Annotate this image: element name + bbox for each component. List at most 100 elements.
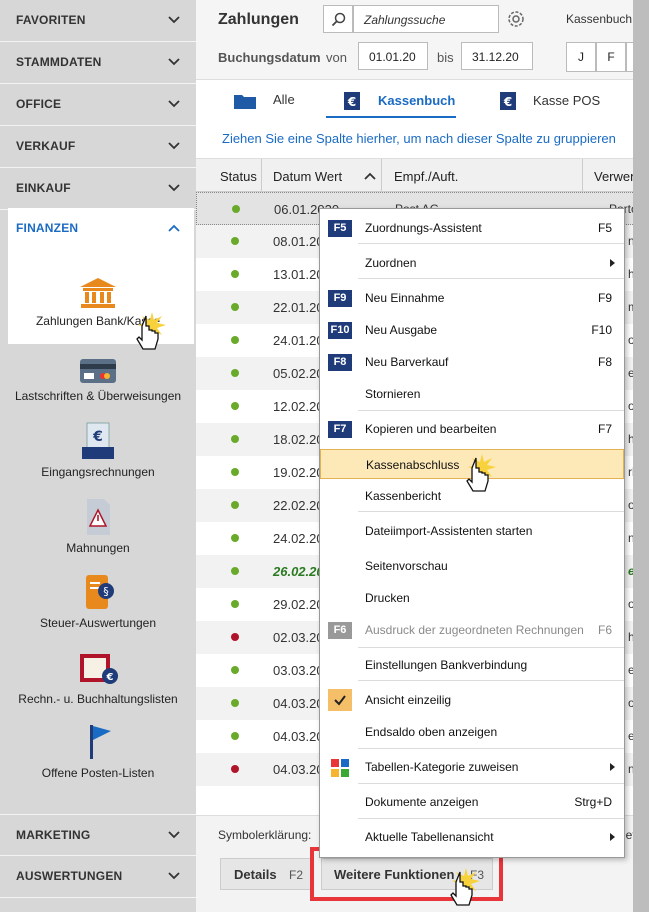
status-dot (231, 699, 239, 707)
date-to-input[interactable]: 31.12.20 (461, 42, 533, 70)
column-header-datum[interactable]: Datum Wert (273, 169, 342, 184)
section-finanzen[interactable]: FINANZEN (8, 208, 194, 250)
details-label: Details (234, 867, 277, 882)
search-button[interactable] (323, 5, 353, 33)
menu-item-zuordnen[interactable]: Zuordnen (320, 248, 624, 278)
menu-item-label: Kassenbericht (365, 489, 442, 503)
section-einkauf[interactable]: EINKAUF (0, 168, 196, 210)
kassenbuch-selector-label[interactable]: Kassenbuch (566, 12, 632, 26)
legend-label: Symbolerklärung: (218, 828, 312, 842)
status-dot (231, 732, 239, 740)
menu-item-shortcut: Strg+D (574, 795, 612, 809)
date-from-value: 01.01.20 (369, 50, 416, 64)
nav-steuer[interactable]: § Steuer-Auswertungen (0, 572, 196, 630)
section-verkauf[interactable]: VERKAUF (0, 126, 196, 168)
tab-kassenbuch[interactable]: € Kassenbuch (326, 90, 456, 118)
menu-item-aktuelle-tabellenansicht[interactable]: Aktuelle Tabellenansicht (320, 822, 624, 852)
menu-item-label: Ausdruck der zugeordneten Rechnungen (365, 623, 584, 637)
status-dot (231, 501, 239, 509)
section-marketing[interactable]: MARKETING (0, 814, 196, 856)
row-date: 05.02.20 (273, 366, 324, 381)
page-title: Zahlungen (218, 11, 299, 28)
tab-alle[interactable]: Alle (234, 90, 334, 116)
nav-rechnungslisten[interactable]: € Rechn.- u. Buchhaltungslisten (0, 650, 196, 706)
column-header-empf[interactable]: Empf./Auft. (394, 169, 458, 184)
nav-lastschriften[interactable]: Lastschriften & Überweisungen (0, 357, 196, 403)
section-label: MARKETING (16, 828, 91, 842)
menu-item-neu-barverkauf[interactable]: F8 Neu Barverkauf F8 (320, 347, 624, 377)
date-from-input[interactable]: 01.01.20 (358, 42, 428, 70)
chevron-down-icon (168, 16, 180, 24)
menu-item-seitenvorschau[interactable]: Seitenvorschau (320, 551, 624, 581)
tab-kasse-pos[interactable]: € Kasse POS (500, 90, 620, 116)
group-hint: Ziehen Sie eine Spalte hierher, um nach … (222, 131, 616, 146)
menu-item-label: Zuordnungs-Assistent (365, 221, 482, 235)
section-label: OFFICE (16, 97, 62, 111)
status-dot (231, 336, 239, 344)
menu-item-zuordnungs-assistent[interactable]: F5 Zuordnungs-Assistent F5 (320, 213, 624, 243)
section-stammdaten[interactable]: STAMMDATEN (0, 42, 196, 84)
menu-item-tabellen-kategorie-zuweisen[interactable]: Tabellen-Kategorie zuweisen (320, 752, 624, 782)
gear-icon[interactable] (506, 9, 526, 29)
month-button-j[interactable]: J (566, 42, 596, 72)
menu-item-label: Kassenabschluss (366, 458, 460, 472)
search-input[interactable]: Zahlungssuche (353, 5, 499, 33)
nav-label: Offene Posten-Listen (41, 766, 155, 780)
status-dot (231, 369, 239, 377)
context-menu: F5 Zuordnungs-Assistent F5 Zuordnen F9 Neu Ei… (319, 208, 625, 858)
book-icon: € (80, 654, 118, 684)
from-label: von (326, 50, 347, 65)
status-dot (231, 303, 239, 311)
menu-item-dokumente-anzeigen[interactable]: Dokumente anzeigen Strg+D (320, 787, 624, 817)
menu-separator (358, 680, 624, 681)
warning-doc-icon (87, 499, 110, 535)
column-header-status[interactable]: Status (220, 169, 257, 184)
menu-item-label: Endsaldo oben anzeigen (365, 725, 498, 739)
search-placeholder: Zahlungssuche (364, 13, 446, 27)
menu-item-neu-einnahme[interactable]: F9 Neu Einnahme F9 (320, 283, 624, 313)
menu-item-stornieren[interactable]: Stornieren (320, 379, 624, 409)
svg-text:§: § (103, 585, 109, 598)
nav-label: Rechn.- u. Buchhaltungslisten (18, 692, 178, 706)
menu-item-ansicht-einzeilig[interactable]: Ansicht einzeilig (320, 685, 624, 715)
sidebar: FAVORITEN STAMMDATEN OFFICE VERKAUF EINK… (0, 0, 196, 912)
menu-item-drucken[interactable]: Drucken (320, 583, 624, 613)
sort-asc-icon[interactable] (363, 171, 377, 181)
section-label: AUSWERTUNGEN (16, 869, 123, 883)
status-dot (231, 402, 239, 410)
menu-item-einstellungen-bankverbindung[interactable]: Einstellungen Bankverbindung (320, 650, 624, 680)
chevron-up-icon (168, 224, 180, 232)
section-label: EINKAUF (16, 181, 71, 195)
status-dot (231, 600, 239, 608)
menu-item-endsaldo-oben-anzeigen[interactable]: Endsaldo oben anzeigen (320, 717, 624, 747)
section-favoriten[interactable]: FAVORITEN (0, 0, 196, 42)
month-button-f[interactable]: F (596, 42, 626, 72)
svg-text:€: € (106, 672, 114, 683)
chevron-down-icon (168, 100, 180, 108)
nav-offene-posten[interactable]: Offene Posten-Listen (0, 722, 196, 780)
section-auswertungen[interactable]: AUSWERTUNGEN (0, 856, 196, 898)
nav-mahnungen[interactable]: Mahnungen (0, 497, 196, 555)
status-dot (231, 666, 239, 674)
menu-item-kopieren-und-bearbeiten[interactable]: F7 Kopieren und bearbeiten F7 (320, 414, 624, 444)
date-to-value: 31.12.20 (472, 50, 519, 64)
nav-label: Mahnungen (66, 541, 130, 555)
section-office[interactable]: OFFICE (0, 84, 196, 126)
row-date: 26.02.20 (273, 564, 324, 579)
details-button[interactable]: Details F2 (220, 858, 312, 890)
menu-item-dateiimport-assistenten-starten[interactable]: Dateiimport-Assistenten starten (320, 516, 624, 546)
flag-icon (90, 725, 111, 759)
menu-item-neu-ausgabe[interactable]: F10 Neu Ausgabe F10 (320, 315, 624, 345)
status-dot (231, 270, 239, 278)
click-cursor-icon (466, 454, 496, 492)
invoice-in-icon: € (82, 422, 114, 459)
menu-separator (358, 410, 624, 411)
date-label: Buchungsdatum (218, 50, 321, 65)
nav-eingangsrechnungen[interactable]: € Eingangsrechnungen (0, 421, 196, 479)
menu-item-label: Dateiimport-Assistenten starten (365, 524, 533, 538)
menu-item-label: Stornieren (365, 387, 421, 401)
menu-item-label: Tabellen-Kategorie zuweisen (365, 760, 519, 774)
svg-text:€: € (92, 429, 103, 445)
row-date: 12.02.20 (273, 399, 324, 414)
menu-separator (358, 783, 624, 784)
